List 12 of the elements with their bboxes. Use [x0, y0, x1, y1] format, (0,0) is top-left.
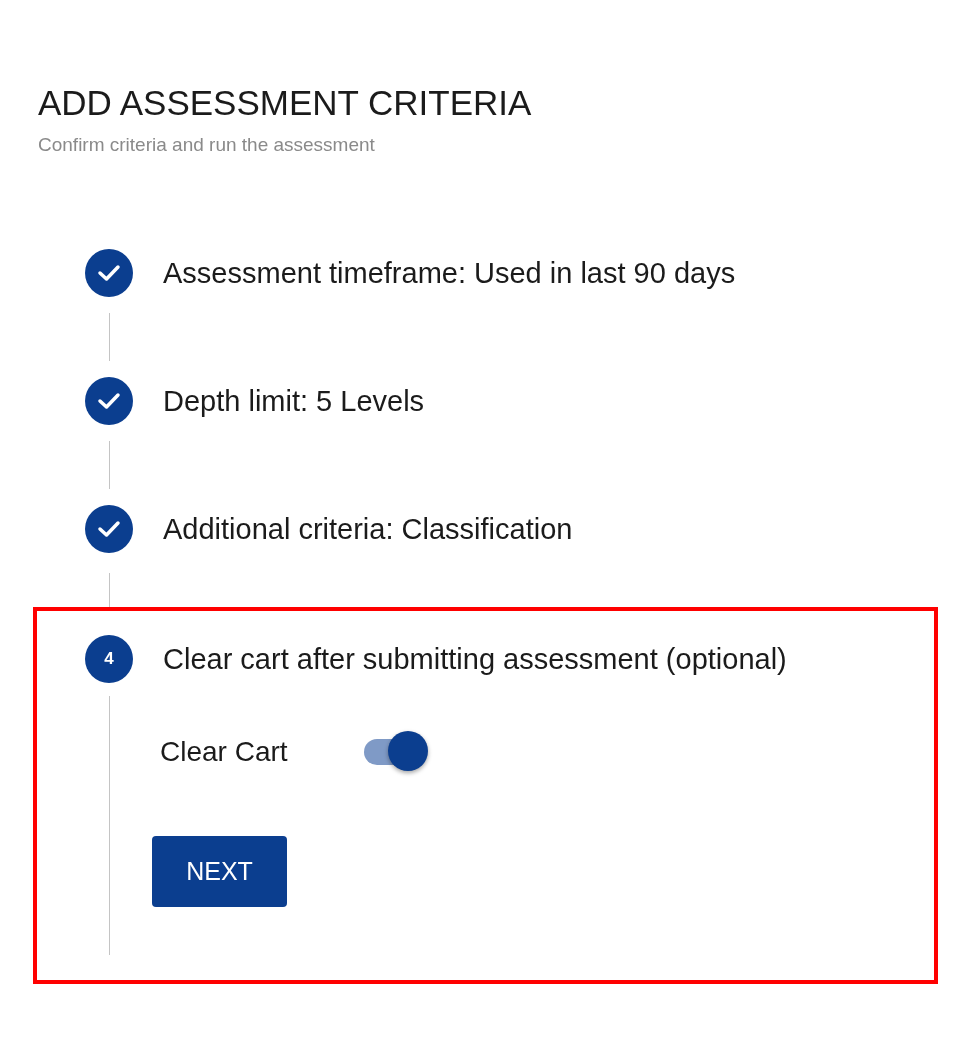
checkmark-icon — [97, 263, 121, 283]
page-title: ADD ASSESSMENT CRITERIA — [38, 82, 533, 124]
page-subtitle: Confirm criteria and run the assessment — [38, 134, 376, 156]
checkmark-icon — [97, 519, 121, 539]
toggle-label: Clear Cart — [160, 736, 288, 768]
checkmark-icon — [97, 391, 121, 411]
step-label: Assessment timeframe: Used in last 90 days — [163, 256, 736, 291]
step-number: 4 — [85, 635, 133, 683]
step-label: Clear cart after submitting assessment (optional) — [163, 642, 787, 677]
next-button[interactable]: NEXT — [152, 836, 287, 907]
step-label: Depth limit: 5 Levels — [163, 384, 425, 419]
step-label: Additional criteria: Classification — [163, 512, 573, 547]
